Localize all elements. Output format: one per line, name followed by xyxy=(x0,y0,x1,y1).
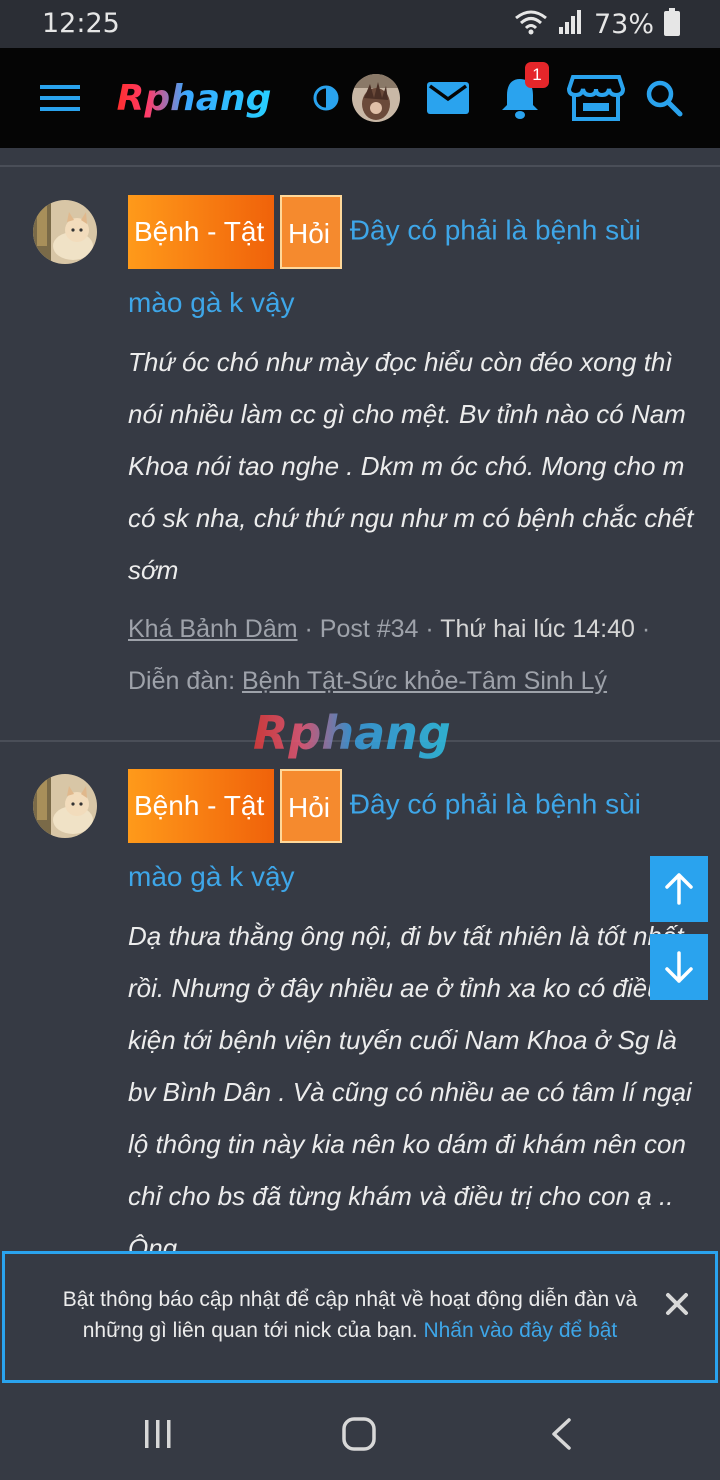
status-bar: 12:25 73% xyxy=(0,0,720,48)
theme-toggle-icon[interactable] xyxy=(310,48,342,148)
forum-link[interactable]: Bệnh Tật-Sức khỏe-Tâm Sinh Lý xyxy=(242,667,607,695)
arrow-down-icon xyxy=(665,951,693,983)
meta-dot: · xyxy=(641,615,651,643)
meta-dot: · xyxy=(425,615,441,643)
excerpt-line: lộ thông tin này kia nên ko dám đi khám … xyxy=(128,1129,686,1159)
excerpt-line: Dạ thưa thằng ông nội, đi bv tất nhiên l… xyxy=(128,921,684,951)
thread-title-line1[interactable]: Đây có phải là bệnh sùi xyxy=(350,214,641,245)
battery-icon xyxy=(664,7,680,41)
category-tag[interactable]: Bệnh - Tật xyxy=(128,769,274,843)
user-avatar[interactable] xyxy=(33,774,97,838)
thread-title[interactable]: Bệnh - Tật Hỏi Đây có phải là bệnh sùi mà… xyxy=(128,195,698,337)
excerpt-line: có sk nha, chứ thứ ngu như m có bệnh chắ… xyxy=(128,503,694,533)
post-number: Post #34 xyxy=(319,615,419,643)
thread-title-line2[interactable]: mào gà k vậy xyxy=(128,861,295,892)
user-avatar[interactable] xyxy=(33,200,97,264)
home-icon[interactable] xyxy=(340,1414,378,1454)
post-excerpt: Dạ thưa thằng ông nội, đi bv tất nhiên l… xyxy=(128,910,698,1274)
excerpt-line: bv Bình Dân . Và cũng có nhiều ae có tâm… xyxy=(128,1077,692,1107)
push-notification-banner: Bật thông báo cập nhật để cập nhật về ho… xyxy=(2,1251,718,1383)
back-icon[interactable] xyxy=(546,1414,576,1454)
excerpt-line: rồi. Nhưng ở đây nhiều ae ở tỉnh xa ko c… xyxy=(128,973,662,1003)
type-tag[interactable]: Hỏi xyxy=(280,769,342,843)
meta-dot: · xyxy=(304,615,320,643)
post-excerpt: Thứ óc chó như mày đọc hiểu còn đéo xong… xyxy=(128,336,698,596)
notification-count-badge: 1 xyxy=(525,62,549,88)
scroll-bottom-button[interactable] xyxy=(650,934,708,1000)
thread-title-line2[interactable]: mào gà k vậy xyxy=(128,287,295,318)
excerpt-line: Khoa nói tao nghe . Dkm m óc chó. Mong c… xyxy=(128,451,685,481)
avatar[interactable] xyxy=(351,48,401,148)
logo-text: Rphang xyxy=(116,77,272,119)
post-date: Thứ hai lúc 14:40 xyxy=(440,615,635,643)
store-icon[interactable] xyxy=(566,48,626,148)
notification-message: Bật thông báo cập nhật để cập nhật về ho… xyxy=(45,1284,655,1346)
recent-apps-icon[interactable] xyxy=(140,1414,176,1454)
scroll-top-button[interactable] xyxy=(650,856,708,922)
excerpt-line: kiện tới bệnh viện tuyến cuối Nam Khoa ở… xyxy=(128,1025,677,1055)
type-tag[interactable]: Hỏi xyxy=(280,195,342,269)
excerpt-line: nói nhiều làm cc gì cho mệt. Bv tỉnh nào… xyxy=(128,399,686,429)
post-meta: Khá Bảnh Dâm · Post #34 · Thứ hai lúc 14… xyxy=(128,603,698,707)
excerpt-line: chỉ cho bs đã từng khám và điều trị cho … xyxy=(128,1181,674,1211)
arrow-up-icon xyxy=(665,873,693,905)
watermark-logo: Rphang xyxy=(253,706,451,760)
search-icon[interactable] xyxy=(644,48,684,148)
menu-icon[interactable] xyxy=(38,48,82,148)
excerpt-line: Thứ óc chó như mày đọc hiểu còn đéo xong… xyxy=(128,347,673,377)
battery-percent: 73% xyxy=(593,8,654,40)
site-header: Rphang 1 xyxy=(0,48,720,148)
close-icon[interactable] xyxy=(663,1290,691,1318)
thread-title-line1[interactable]: Đây có phải là bệnh sùi xyxy=(350,788,641,819)
forum-label: Diễn đàn: xyxy=(128,667,236,695)
author-link[interactable]: Khá Bảnh Dâm xyxy=(128,615,298,643)
wifi-icon xyxy=(514,9,548,40)
site-logo[interactable]: Rphang xyxy=(108,48,280,148)
signal-icon xyxy=(558,9,584,40)
category-tag[interactable]: Bệnh - Tật xyxy=(128,195,274,269)
status-time: 12:25 xyxy=(42,8,120,39)
thread-title[interactable]: Bệnh - Tật Hỏi Đây có phải là bệnh sùi mà… xyxy=(128,769,698,911)
mail-icon[interactable] xyxy=(426,48,470,148)
divider xyxy=(0,165,720,167)
excerpt-line: sớm xyxy=(128,555,179,585)
status-icons: 73% xyxy=(514,7,680,41)
enable-notifications-link[interactable]: Nhấn vào đây để bật xyxy=(423,1319,617,1342)
system-nav-bar xyxy=(0,1386,720,1480)
